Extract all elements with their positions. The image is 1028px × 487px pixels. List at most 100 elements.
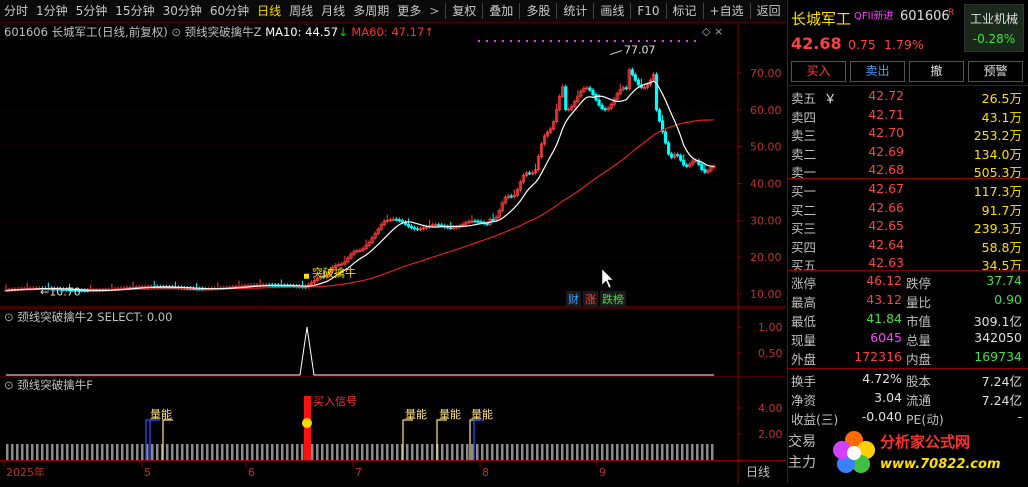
base-bar: [101, 444, 104, 460]
r-badge: R: [948, 8, 955, 18]
trade-button-3[interactable]: 预警: [968, 61, 1023, 82]
indicator-dropdown-icon[interactable]: ⊙: [171, 25, 181, 39]
industry-change: -0.28%: [972, 32, 1016, 46]
quote-panel: 长城军工 QFII新进 601606 R 工业机械 -0.28% 42.68 0…: [787, 0, 1028, 483]
tool-button-0[interactable]: 复权: [448, 1, 480, 21]
base-bar: [71, 444, 74, 460]
candle-body: [415, 228, 420, 231]
event-badge-0[interactable]: 财: [566, 291, 581, 307]
trade-button-1[interactable]: 卖出: [850, 61, 905, 82]
date-label: 7: [355, 466, 362, 479]
base-bar: [471, 444, 474, 460]
base-bar: [221, 444, 224, 460]
candle-body: [564, 86, 568, 111]
candle-body: [397, 219, 401, 222]
signal-dot: [582, 40, 584, 42]
event-badge-1[interactable]: 涨: [583, 291, 598, 307]
base-bar: [486, 444, 489, 460]
base-bar: [441, 444, 444, 460]
base-bar: [91, 444, 94, 460]
industry-box[interactable]: 工业机械 -0.28%: [964, 4, 1024, 52]
stat-label: 内盘: [906, 352, 932, 367]
toolbar-separator: [556, 3, 558, 19]
base-bar: [216, 444, 219, 460]
base-bar: [706, 444, 709, 460]
indicator-panel-2[interactable]: 4.00 2.00 量能 量能 量能 量能 买入信号 ⊙ 颈线突破擒牛F: [0, 375, 786, 460]
quote-tags[interactable]: QFII新进: [854, 7, 894, 22]
base-bar: [241, 444, 244, 460]
base-bar: [61, 444, 64, 460]
event-badges[interactable]: 财涨跌榜: [566, 291, 626, 307]
toolbar-separator: [445, 3, 447, 19]
period-button-8[interactable]: 月线: [317, 1, 349, 21]
period-button-0[interactable]: 分时: [0, 1, 32, 21]
base-bar: [386, 444, 389, 460]
toolbar-separator: [749, 3, 751, 19]
ask-volume: 26.5万: [981, 91, 1022, 106]
signal-dot: [606, 40, 608, 42]
signal-dot: [486, 40, 488, 42]
base-bar: [6, 444, 9, 460]
signal-dot: [502, 40, 504, 42]
candle-body: [597, 99, 601, 106]
divider: [788, 368, 1028, 369]
candle-body: [600, 104, 604, 110]
tool-button-4[interactable]: 画线: [596, 1, 628, 21]
event-badge-2[interactable]: 跌榜: [600, 291, 626, 307]
chart-corner-icons[interactable]: ◇ ×: [702, 25, 723, 38]
base-bar: [411, 444, 414, 460]
candle-body: [663, 131, 668, 144]
base-bar: [316, 444, 319, 460]
base-bar: [191, 444, 194, 460]
tool-button-7[interactable]: +自选: [706, 1, 748, 21]
period-button-4[interactable]: 30分钟: [159, 1, 206, 21]
base-bar: [381, 444, 384, 460]
trade-button-2[interactable]: 撤: [909, 61, 964, 82]
indicator-name[interactable]: 颈线突破擒牛Z: [185, 25, 262, 39]
indicator-panel-1[interactable]: 1.00 0.50 ⊙ 颈线突破擒牛2 SELECT: 0.00: [0, 307, 786, 376]
ma10-arrow: ↓: [338, 25, 348, 39]
signal-dot: [510, 40, 512, 42]
period-button-7[interactable]: 周线: [285, 1, 317, 21]
indicator-1-dropdown-icon[interactable]: ⊙: [4, 310, 14, 324]
period-button-3[interactable]: 15分钟: [111, 1, 158, 21]
indicator-1-name[interactable]: 颈线突破擒牛2 SELECT: 0.00: [17, 310, 172, 324]
candle-body: [624, 87, 628, 90]
candle-body: [633, 74, 637, 81]
tool-button-3[interactable]: 统计: [559, 1, 591, 21]
period-button-5[interactable]: 60分钟: [206, 1, 253, 21]
price-tick-label: 30.00: [750, 214, 782, 227]
toolbar-separator: [665, 3, 667, 19]
tool-button-5[interactable]: F10: [633, 1, 663, 21]
base-bar: [41, 444, 44, 460]
period-button-6[interactable]: 日线: [253, 1, 285, 21]
close-icon[interactable]: ×: [714, 25, 723, 38]
indicator-2-name[interactable]: 颈线突破擒牛F: [17, 378, 93, 392]
trade-button-0[interactable]: 买入: [791, 61, 846, 82]
tool-button-1[interactable]: 叠加: [485, 1, 517, 21]
period-button-10[interactable]: 更多: [393, 1, 425, 21]
diamond-icon[interactable]: ◇: [702, 25, 710, 38]
base-bar: [591, 444, 594, 460]
period-label[interactable]: 日线: [746, 463, 770, 480]
date-label: 5: [144, 466, 151, 479]
period-button-1[interactable]: 1分钟: [32, 1, 72, 21]
stat-label: 市值: [906, 314, 932, 329]
stat-value: 37.74: [986, 273, 1022, 288]
stat-value: 309.1亿: [973, 314, 1022, 329]
tool-button-8[interactable]: 返回: [753, 1, 785, 21]
tool-button-2[interactable]: 多股: [522, 1, 554, 21]
period-button-2[interactable]: 5分钟: [72, 1, 112, 21]
indicator-2-dropdown-icon[interactable]: ⊙: [4, 378, 14, 392]
period-button-9[interactable]: 多周期: [349, 1, 393, 21]
bid-label: 买五: [791, 258, 817, 273]
tool-button-6[interactable]: 标记: [669, 1, 701, 21]
bid-price: 42.63: [868, 255, 904, 270]
more-arrow-icon[interactable]: >: [425, 4, 443, 18]
stat-value: 6045: [870, 330, 902, 345]
candlestick-chart[interactable]: 70.00 60.00 50.00 40.00 30.00 20.00 10.00 77.07…: [0, 23, 786, 308]
ask-row: 卖四 42.71 43.1万: [788, 107, 1024, 125]
main-chart[interactable]: 70.00 60.00 50.00 40.00 30.00 20.00 10.00 77.07…: [0, 23, 786, 308]
candle-body: [476, 220, 480, 223]
base-bar: [676, 444, 679, 460]
